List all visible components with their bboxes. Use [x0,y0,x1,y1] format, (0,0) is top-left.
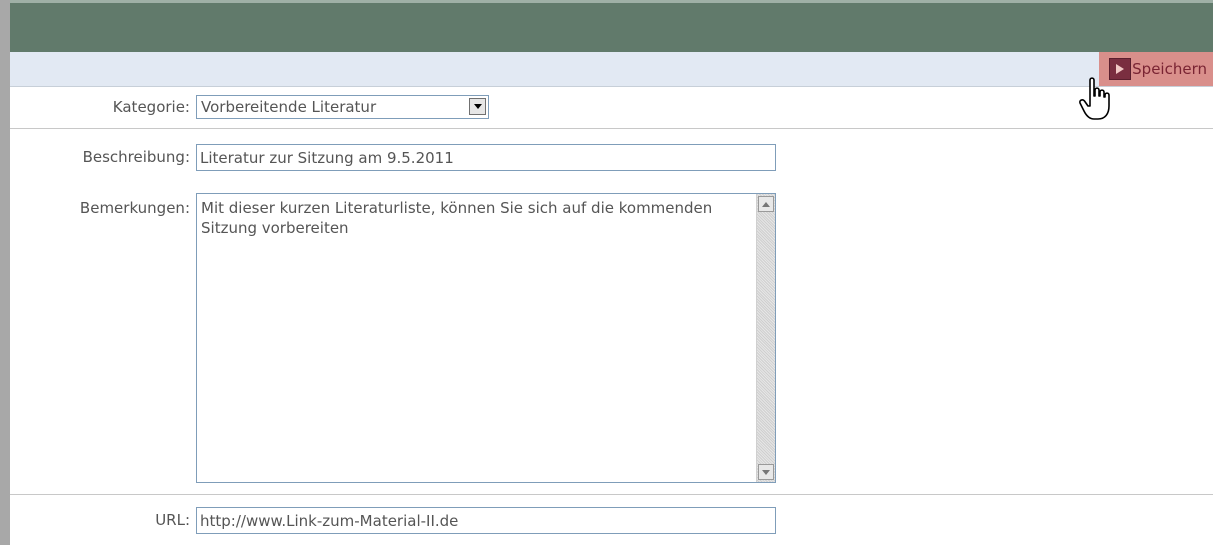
beschreibung-value: Literatur zur Sitzung am 9.5.2011 [200,148,454,167]
url-value: http://www.Link-zum-Material-II.de [200,511,459,530]
kategorie-label: Kategorie: [112,98,190,116]
scroll-down-icon[interactable] [758,464,774,480]
toolbar: Speichern [10,52,1213,87]
dropdown-arrow-icon[interactable] [469,98,486,115]
kategorie-selected-value: Vorbereitende Literatur [201,98,377,116]
left-border [0,0,10,545]
title-bar [10,0,1213,52]
kategorie-select[interactable]: Vorbereitende Literatur [196,95,489,119]
scroll-up-icon[interactable] [758,196,774,212]
save-button-label: Speichern [1132,60,1207,78]
editor-window: Speichern Kategorie: Vorbereitende Liter… [0,0,1213,545]
beschreibung-input[interactable]: Literatur zur Sitzung am 9.5.2011 [196,144,776,171]
hand-cursor-icon [1079,77,1110,120]
bemerkungen-value: Mit dieser kurzen Literaturliste, können… [201,199,713,237]
url-input[interactable]: http://www.Link-zum-Material-II.de [196,507,776,534]
bemerkungen-textarea[interactable]: Mit dieser kurzen Literaturliste, können… [196,193,776,483]
textarea-scrollbar[interactable] [756,194,775,482]
row-divider [10,128,1213,129]
url-label: URL: [155,511,190,529]
bemerkungen-label: Bemerkungen: [79,199,190,217]
row-divider [10,494,1213,495]
beschreibung-label: Beschreibung: [82,148,190,166]
